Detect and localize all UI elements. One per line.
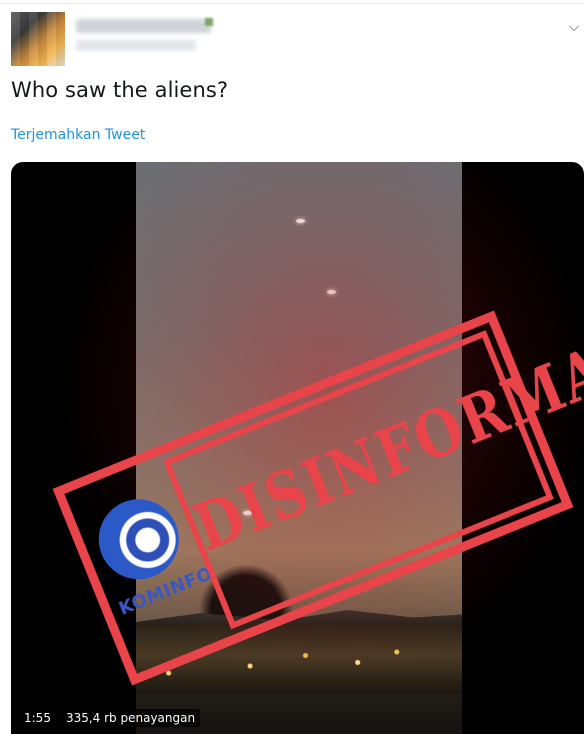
avatar[interactable] <box>11 12 65 66</box>
translate-tweet-link[interactable]: Terjemahkan Tweet <box>11 127 145 143</box>
light-object <box>296 219 305 223</box>
tweet-text: Who saw the aliens? <box>11 78 229 102</box>
chevron-down-icon[interactable] <box>569 21 579 31</box>
view-count: 335,4 rb penayangan <box>60 709 201 727</box>
user-name-blurred[interactable] <box>76 19 211 33</box>
user-handle-blurred[interactable] <box>76 40 196 51</box>
verified-icon-blurred <box>205 18 213 26</box>
video-badges: 1:55 335,4 rb penayangan <box>19 709 201 727</box>
light-object <box>327 290 336 294</box>
top-divider <box>0 3 584 4</box>
tweet-video[interactable]: KOMINFO DISINFORMASI <box>11 162 584 734</box>
video-duration: 1:55 <box>19 709 56 727</box>
